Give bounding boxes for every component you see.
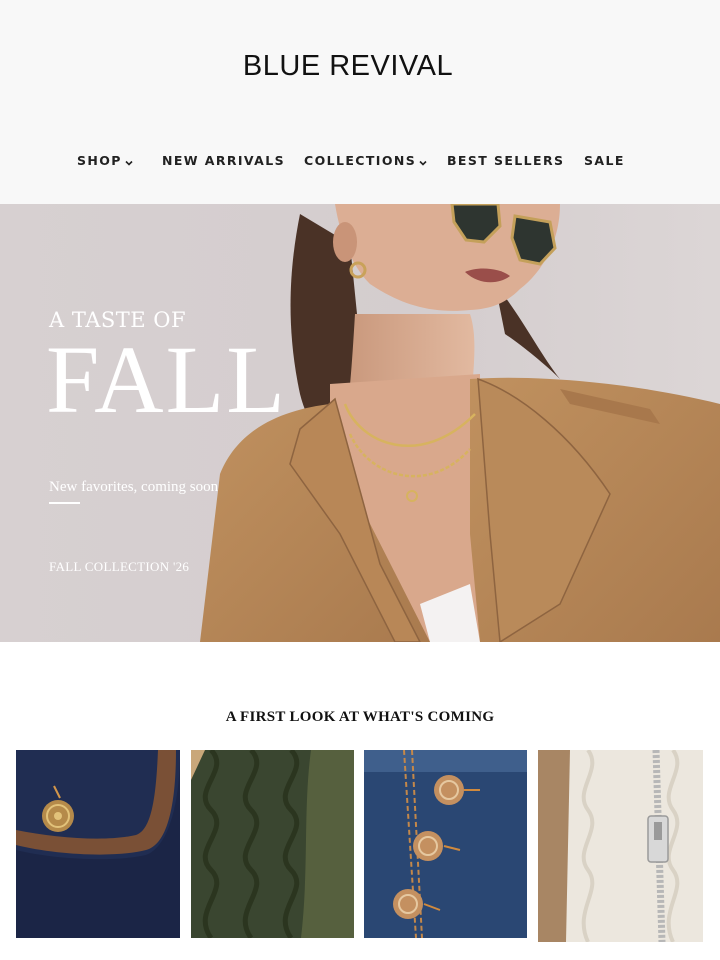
product-tile-olive-knit[interactable]	[191, 750, 354, 938]
denim-buttons-image	[364, 750, 527, 938]
hero-collection-link[interactable]: FALL COLLECTION '26	[49, 559, 189, 575]
site-header: BLUE REVIVAL SHOP NEW ARRIVALS COLLECTIO…	[0, 0, 720, 204]
product-tile-denim-buttons[interactable]	[364, 750, 527, 938]
hero-title: FALL	[46, 326, 287, 433]
nav-item-label: COLLECTIONS	[304, 153, 417, 168]
nav-item-collections[interactable]: COLLECTIONS	[304, 153, 427, 169]
denim-button-image	[16, 750, 180, 938]
hero-banner[interactable]: A TASTE OF FALL New favorites, coming so…	[0, 204, 720, 642]
nav-item-label: SALE	[584, 153, 625, 168]
nav-item-sale[interactable]: SALE	[584, 153, 625, 168]
chevron-down-icon	[419, 154, 427, 169]
olive-knit-image	[191, 750, 354, 938]
nav-item-new-arrivals[interactable]: NEW ARRIVALS	[162, 153, 285, 168]
hero-subtitle: New favorites, coming soon	[49, 479, 219, 495]
brand-logo[interactable]: BLUE REVIVAL	[0, 50, 696, 83]
product-tile-cream-zip[interactable]	[538, 750, 703, 942]
chevron-down-icon	[125, 154, 133, 169]
main-nav: SHOP NEW ARRIVALS COLLECTIONS BEST SELLE…	[0, 153, 720, 173]
nav-item-best-sellers[interactable]: BEST SELLERS	[447, 153, 564, 168]
section-title: A FIRST LOOK AT WHAT'S COMING	[225, 709, 495, 725]
nav-item-label: SHOP	[77, 153, 122, 168]
cream-zip-image	[538, 750, 703, 942]
nav-item-shop[interactable]: SHOP	[77, 153, 133, 169]
nav-item-label: NEW ARRIVALS	[162, 153, 285, 168]
hero-divider	[49, 502, 80, 504]
product-tile-denim-button[interactable]	[16, 750, 180, 938]
nav-item-label: BEST SELLERS	[447, 153, 565, 168]
